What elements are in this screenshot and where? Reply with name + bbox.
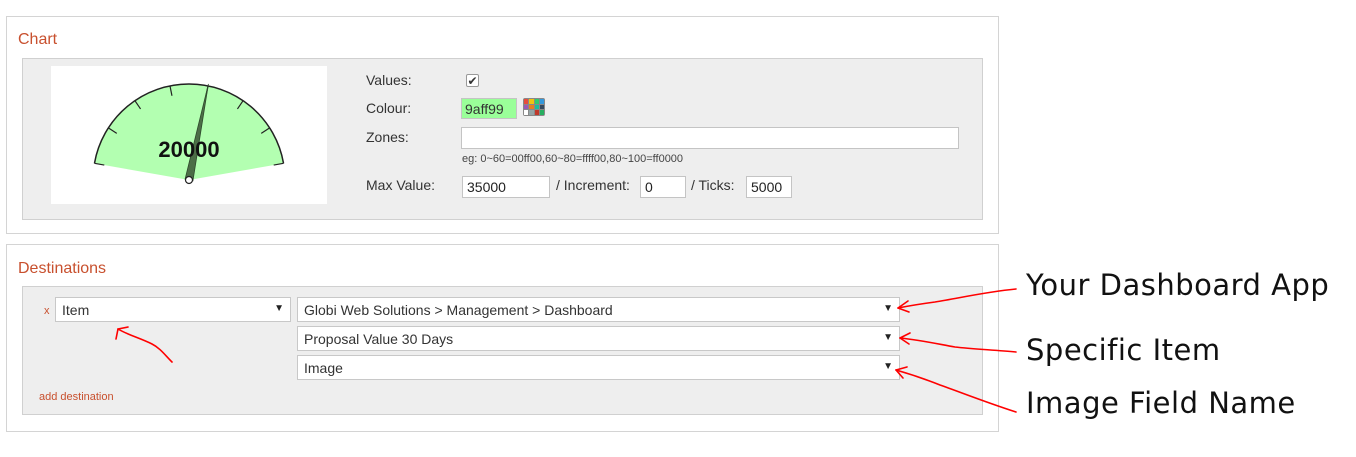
chart-settings-area: 20000 Values: ✔ Colour: 9aff99 Zones: eg… xyxy=(22,58,983,220)
values-label: Values: xyxy=(366,72,412,88)
zones-label: Zones: xyxy=(366,129,409,145)
destination-type-select[interactable]: Item ▼ xyxy=(55,297,291,322)
colour-label: Colour: xyxy=(366,100,412,116)
gauge-hub xyxy=(184,175,194,185)
annotation-item: Specific Item xyxy=(1026,333,1221,367)
increment-input[interactable]: 0 xyxy=(640,176,686,198)
destinations-panel: Destinations x Item ▼ Globi Web Solution… xyxy=(6,244,999,432)
colour-palette-icon[interactable] xyxy=(523,98,545,116)
destination-field-value: Image xyxy=(304,360,343,376)
chart-panel: Chart 20000 Values: ✔ Colour: 9aff99 Zon… xyxy=(6,16,999,234)
destination-app-value: Globi Web Solutions > Management > Dashb… xyxy=(304,302,613,318)
chevron-down-icon: ▼ xyxy=(274,303,284,314)
increment-label: / Increment: xyxy=(556,177,630,193)
destination-field-select[interactable]: Image ▼ xyxy=(297,355,900,380)
destinations-area: x Item ▼ Globi Web Solutions > Managemen… xyxy=(22,286,983,415)
remove-destination-button[interactable]: x xyxy=(44,305,50,317)
annotation-field: Image Field Name xyxy=(1026,386,1296,420)
colour-input[interactable]: 9aff99 xyxy=(461,98,517,119)
max-value-input[interactable]: 35000 xyxy=(462,176,550,198)
max-value-label: Max Value: xyxy=(366,177,435,193)
destination-item-value: Proposal Value 30 Days xyxy=(304,331,454,347)
zones-input[interactable] xyxy=(461,127,959,149)
gauge-value-label: 20000 xyxy=(158,137,219,162)
ticks-input[interactable]: 5000 xyxy=(746,176,792,198)
destinations-panel-title: Destinations xyxy=(18,260,107,277)
zones-hint: eg: 0~60=00ff00,60~80=ffff00,80~100=ff00… xyxy=(462,153,684,165)
gauge-chart: 20000 xyxy=(93,83,285,185)
annotation-app: Your Dashboard App xyxy=(1026,268,1330,302)
destination-type-value: Item xyxy=(62,302,90,318)
ticks-label: / Ticks: xyxy=(691,177,735,193)
add-destination-link[interactable]: add destination xyxy=(39,391,114,403)
destination-app-select[interactable]: Globi Web Solutions > Management > Dashb… xyxy=(297,297,900,322)
chart-panel-title: Chart xyxy=(18,31,58,48)
destination-item-select[interactable]: Proposal Value 30 Days ▼ xyxy=(297,326,900,351)
chevron-down-icon: ▼ xyxy=(883,332,893,343)
gauge-preview: 20000 xyxy=(51,66,327,204)
values-checkbox[interactable]: ✔ xyxy=(466,74,479,88)
chevron-down-icon: ▼ xyxy=(883,303,893,314)
chevron-down-icon: ▼ xyxy=(883,361,893,372)
